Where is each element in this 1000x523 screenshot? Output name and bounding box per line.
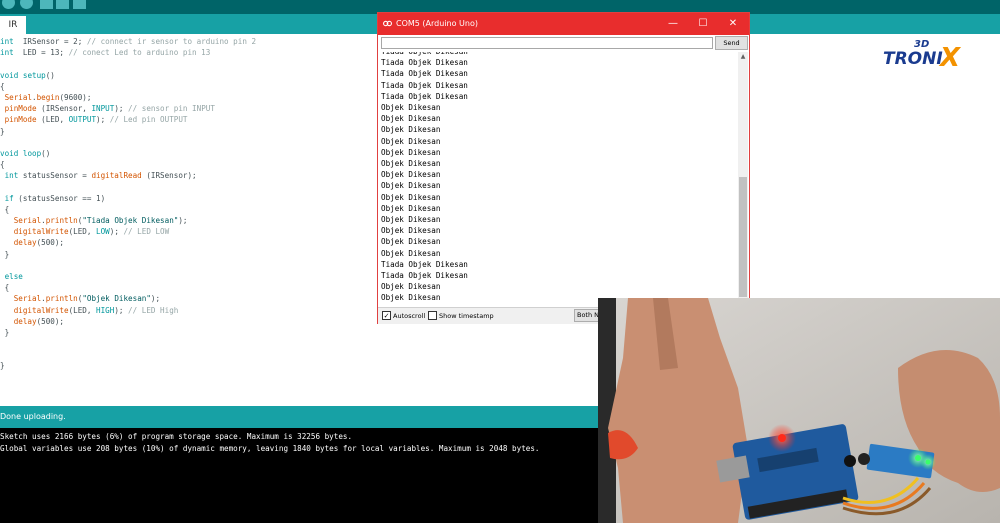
serial-output-line: Objek Dikesan: [381, 203, 441, 213]
code-line: }: [0, 361, 5, 371]
serial-scrollbar[interactable]: ▲ ▼: [738, 52, 748, 307]
sketch-tab[interactable]: IR: [0, 16, 26, 34]
timestamp-checkbox[interactable]: [428, 311, 437, 320]
serial-output-line: Objek Dikesan: [381, 103, 441, 112]
code-line: digitalWrite(LED, LOW); // LED LOW: [13, 227, 170, 237]
serial-output-line: Objek Dikesan: [381, 159, 441, 168]
serial-output: Tiada Objek Dikesan Tiada Objek Dikesan Ti…: [380, 52, 738, 306]
serial-output-line: Objek Dikesan: [381, 181, 441, 191]
code-line: {: [0, 204, 10, 214]
logo-superscript: 3D: [914, 39, 929, 50]
serial-monitor-window: COM5 (Arduino Uno) — ☐ ✕ Send Tiada Obje…: [377, 12, 750, 324]
close-button[interactable]: ✕: [718, 13, 748, 35]
verify-icon[interactable]: [2, 0, 15, 9]
console-line: Global variables use 208 bytes (10%) of …: [0, 444, 540, 453]
serial-output-line: Objek Dikesan: [381, 282, 441, 292]
ide-console: Sketch uses 2166 bytes (6%) of program s…: [0, 428, 600, 523]
status-message: Done uploading.: [0, 412, 66, 421]
ir-emitter: [844, 455, 856, 467]
serial-output-line: Tiada Objek Dikesan: [381, 52, 468, 56]
code-line: pinMode (IRSensor, INPUT); // sensor pin…: [4, 104, 215, 114]
serial-output-line: Objek Dikesan: [381, 114, 441, 124]
code-line: }: [0, 126, 5, 136]
logo-x: X: [938, 43, 962, 73]
code-line: void setup(): [0, 70, 55, 80]
code-line: if (statusSensor == 1): [4, 193, 106, 203]
serial-input-field[interactable]: [381, 37, 713, 49]
code-line: else: [4, 271, 23, 281]
minimize-button[interactable]: —: [658, 13, 688, 35]
code-line: void loop(): [0, 148, 51, 158]
open-sketch-icon[interactable]: [56, 0, 69, 9]
save-sketch-icon[interactable]: [73, 0, 86, 9]
send-button[interactable]: Send: [715, 36, 748, 50]
new-sketch-icon[interactable]: [40, 0, 53, 9]
serial-output-line: Objek Dikesan: [381, 136, 441, 146]
timestamp-label: Show timestamp: [439, 312, 494, 320]
code-line: digitalWrite(LED, HIGH); // LED High: [13, 305, 179, 315]
code-line: Serial.begin(9600);: [4, 92, 92, 102]
maximize-button[interactable]: ☐: [688, 13, 718, 35]
code-line: pinMode (LED, OUTPUT); // Led pin OUTPUT: [4, 115, 188, 125]
code-text[interactable]: int IRSensor = 2; // connect ir sensor t…: [0, 36, 256, 372]
serial-output-line: Tiada Objek Dikesan: [381, 80, 468, 90]
code-line: int statusSensor = digitalRead (IRSensor…: [4, 171, 197, 181]
code-line: }: [0, 249, 10, 259]
code-line: }: [0, 327, 10, 337]
serial-output-line: Tiada Objek Dikesan: [381, 259, 468, 269]
red-led: [778, 434, 786, 442]
code-line: int IRSensor = 2; // connect ir sensor t…: [0, 37, 257, 46]
hardware-photo: [598, 298, 1000, 523]
serial-output-line: Objek Dikesan: [381, 192, 441, 202]
logo-text: TRONI: [883, 49, 943, 69]
tronix-3d-logo: TRONI 3D X: [883, 39, 962, 73]
serial-output-line: Objek Dikesan: [381, 293, 441, 303]
ide-status-bar: Done uploading.: [0, 406, 600, 428]
upload-icon[interactable]: [20, 0, 33, 9]
serial-output-line: Tiada Objek Dikesan: [381, 271, 468, 280]
code-line: Serial.println("Tiada Objek Dikesan");: [13, 216, 188, 225]
autoscroll-checkbox[interactable]: ✓: [382, 311, 391, 320]
serial-output-line: Tiada Objek Dikesan: [381, 58, 468, 68]
serial-output-line: Objek Dikesan: [381, 248, 441, 258]
serial-output-line: Objek Dikesan: [381, 125, 441, 135]
code-line: {: [0, 81, 5, 91]
serial-output-line: Objek Dikesan: [381, 226, 441, 236]
serial-monitor-titlebar[interactable]: COM5 (Arduino Uno) — ☐ ✕: [378, 13, 749, 35]
arduino-logo-icon: [383, 20, 392, 27]
code-line: int LED = 13; // conect Led to arduino p…: [0, 48, 211, 58]
serial-output-line: Objek Dikesan: [381, 215, 441, 224]
code-line: {: [0, 283, 10, 293]
scrollbar-thumb[interactable]: [739, 177, 747, 297]
sensor-led: [915, 455, 921, 461]
serial-monitor-title: COM5 (Arduino Uno): [396, 19, 478, 28]
code-line: delay(500);: [13, 238, 65, 248]
autoscroll-label: Autoscroll: [393, 312, 426, 320]
code-line: {: [0, 160, 5, 170]
code-line: delay(500);: [13, 316, 65, 326]
serial-output-line: Objek Dikesan: [381, 170, 441, 180]
scroll-up-icon[interactable]: ▲: [738, 52, 748, 62]
code-line: Serial.println("Objek Dikesan");: [13, 294, 161, 304]
serial-output-line: Tiada Objek Dikesan: [381, 69, 468, 79]
ir-receiver: [858, 453, 870, 465]
console-line: Sketch uses 2166 bytes (6%) of program s…: [0, 432, 353, 441]
serial-output-line: Objek Dikesan: [381, 147, 441, 157]
serial-output-line: Objek Dikesan: [381, 237, 441, 247]
serial-output-line: Tiada Objek Dikesan: [381, 91, 468, 101]
